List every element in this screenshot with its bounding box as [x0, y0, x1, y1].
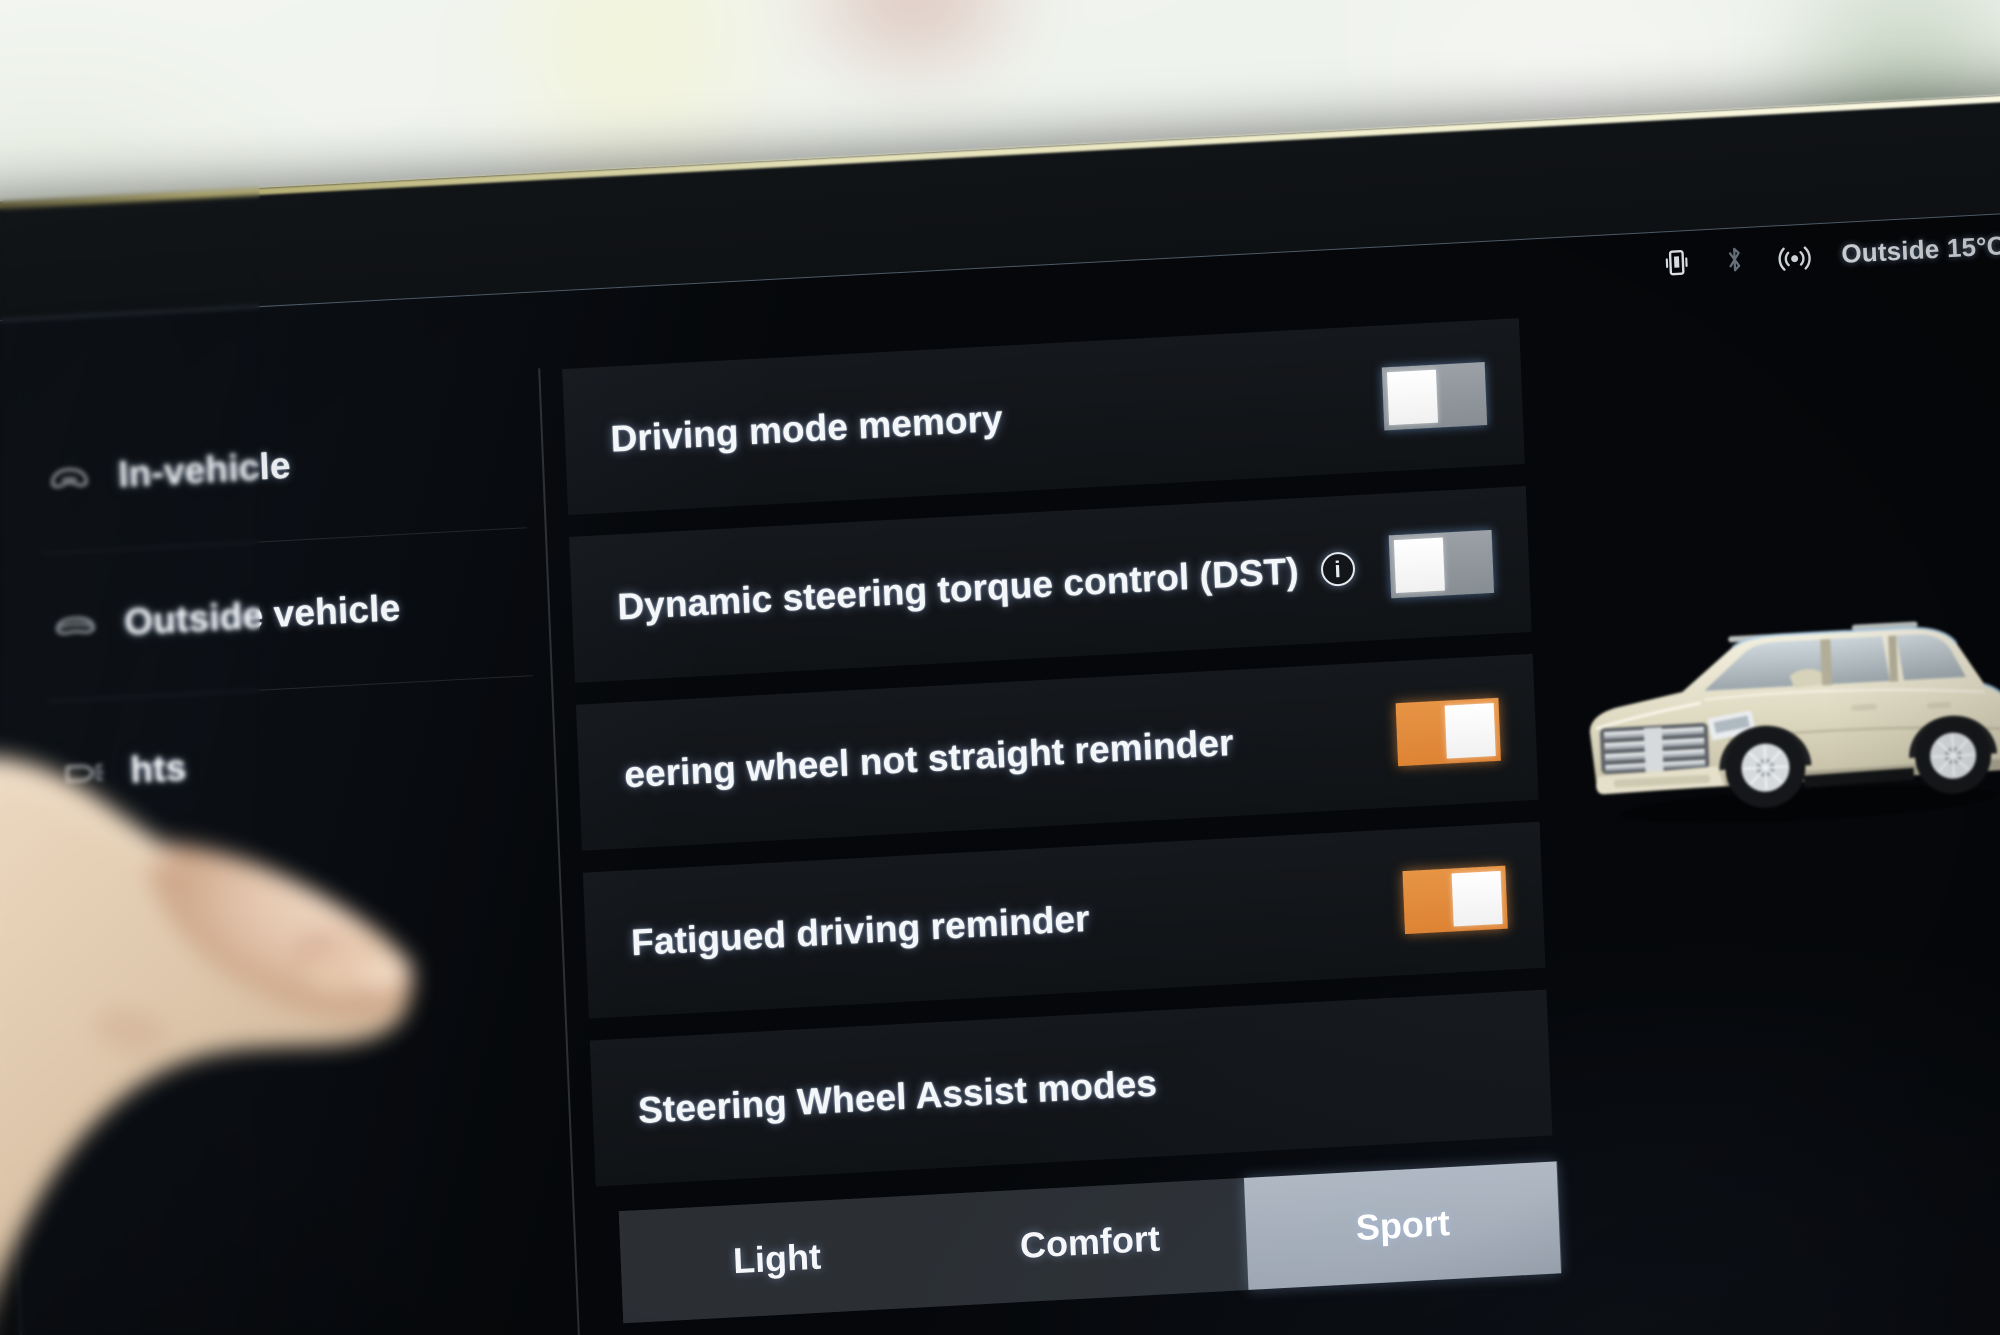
mode-option-light[interactable]: Light — [618, 1194, 936, 1324]
row-spacer — [1355, 566, 1390, 568]
lcd-screen: Outside 15°C 12: In-vehicle — [0, 209, 2000, 1335]
setting-row-fatigued-driving-reminder[interactable]: Fatigued driving reminder — [582, 821, 1546, 1019]
lights-icon — [58, 755, 105, 791]
setting-label: eering wheel not straight reminder — [623, 721, 1235, 796]
sidebar-item-label: hts — [129, 746, 188, 791]
setting-label: Fatigued driving reminder — [630, 897, 1091, 964]
setting-label: Driving mode memory — [609, 397, 1004, 460]
bluetooth-icon[interactable] — [1721, 244, 1748, 275]
settings-sidebar: In-vehicle Outside vehicle hts — [0, 354, 583, 1335]
vehicle-preview-column — [1518, 289, 2000, 1335]
sidebar-item-label: In-vehicle — [117, 444, 292, 495]
sidebar-item-lights[interactable]: hts — [0, 674, 557, 851]
setting-row-dynamic-steering-torque-control[interactable]: Dynamic steering torque control (DST) i — [568, 486, 1532, 683]
toggle-fatigued-driving-reminder[interactable] — [1401, 865, 1508, 934]
setting-row-driving-mode-memory[interactable]: Driving mode memory — [561, 318, 1525, 516]
suv-render — [1589, 621, 2000, 824]
toggle-dynamic-steering-torque-control[interactable] — [1388, 529, 1494, 598]
main-content: In-vehicle Outside vehicle hts Driving m… — [0, 273, 2000, 1335]
row-spacer — [1003, 399, 1383, 419]
row-spacer — [1233, 734, 1396, 743]
sidebar-item-in-vehicle[interactable]: In-vehicle — [0, 378, 545, 555]
setting-label: Steering Wheel Assist modes — [637, 1062, 1158, 1132]
settings-rows: Driving mode memory Dynamic steering tor… — [540, 318, 1563, 1335]
setting-row-steering-wheel-not-straight-reminder[interactable]: eering wheel not straight reminder — [575, 653, 1539, 851]
car-interior-icon — [46, 459, 93, 495]
outside-temperature: Outside 15°C — [1840, 229, 2000, 269]
car-exterior-icon — [52, 607, 99, 643]
toggle-knob — [1386, 369, 1438, 425]
phone-connected-icon[interactable] — [1661, 247, 1692, 279]
toggle-knob — [1451, 870, 1503, 927]
mode-option-sport[interactable]: Sport — [1244, 1161, 1562, 1290]
mode-option-comfort[interactable]: Comfort — [931, 1177, 1249, 1307]
row-spacer — [1090, 902, 1404, 919]
setting-label: Dynamic steering torque control (DST) — [616, 550, 1300, 628]
toggle-knob — [1393, 537, 1445, 593]
infotainment-display: Outside 15°C 12: In-vehicle — [0, 91, 2000, 1335]
toggle-steering-wheel-not-straight-reminder[interactable] — [1395, 697, 1501, 766]
setting-row-steering-wheel-assist-modes: Steering Wheel Assist modes — [589, 989, 1552, 1187]
wifi-signal-icon[interactable] — [1777, 242, 1812, 272]
sidebar-item-outside-vehicle[interactable]: Outside vehicle — [0, 526, 551, 703]
steering-assist-mode-selector[interactable]: Light Comfort Sport — [618, 1161, 1562, 1324]
info-circle-icon[interactable]: i — [1319, 551, 1356, 588]
toggle-driving-mode-memory[interactable] — [1381, 361, 1487, 430]
toggle-knob — [1444, 702, 1496, 759]
settings-panel: Driving mode memory Dynamic steering tor… — [539, 273, 2000, 1335]
sidebar-item-label: Outside vehicle — [123, 587, 402, 643]
